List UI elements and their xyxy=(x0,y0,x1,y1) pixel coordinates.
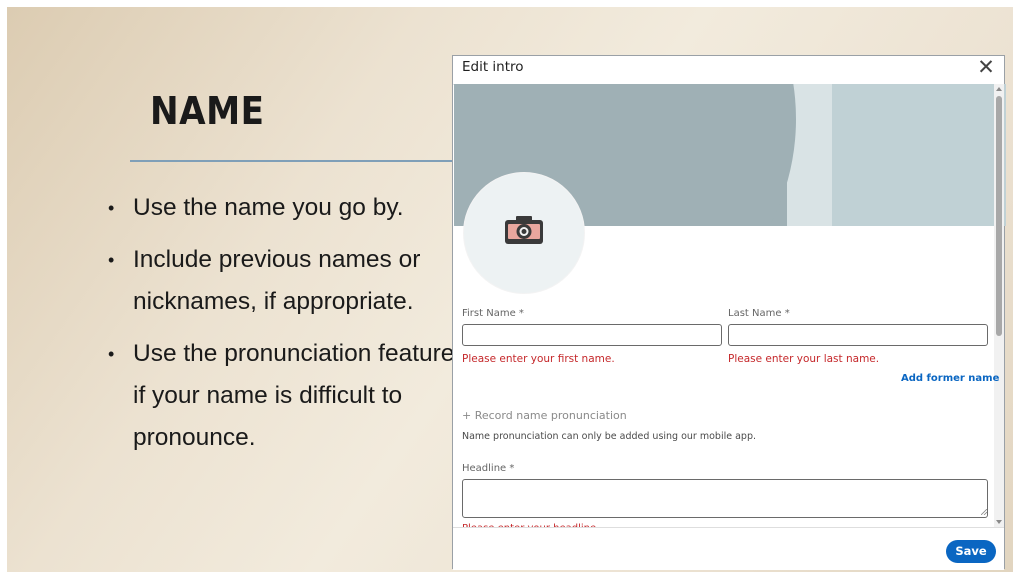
headline-field[interactable] xyxy=(462,479,988,518)
scroll-down-icon[interactable] xyxy=(996,520,1002,524)
last-name-field[interactable] xyxy=(728,324,988,346)
bullet-list: • Use the name you go by. • Include previo… xyxy=(105,187,455,469)
first-name-error: Please enter your first name. xyxy=(462,353,615,365)
bullet-dot: • xyxy=(108,344,115,364)
title-divider xyxy=(130,160,458,162)
save-button[interactable]: Save xyxy=(946,540,996,563)
slide-title: NAME xyxy=(150,89,265,133)
edit-intro-dialog: Edit intro ✕ First Name * Please enter y… xyxy=(452,55,1006,570)
last-name-error: Please enter your last name. xyxy=(728,353,880,365)
bullet-item: • Use the name you go by. xyxy=(105,187,455,229)
bullet-dot: • xyxy=(108,250,115,270)
first-name-label: First Name * xyxy=(462,308,524,319)
bullet-item: • Use the pronunciation feature if your n… xyxy=(105,333,455,459)
scroll-up-icon[interactable] xyxy=(996,87,1002,91)
bullet-text: Include previous names or nicknames, if … xyxy=(133,246,421,315)
avatar[interactable] xyxy=(463,172,585,294)
record-pronunciation-button[interactable]: + Record name pronunciation xyxy=(462,409,627,422)
dialog-header: Edit intro ✕ xyxy=(453,55,1004,85)
bullet-dot: • xyxy=(108,198,115,218)
scroll-thumb[interactable] xyxy=(996,96,1002,336)
scrollbar[interactable] xyxy=(994,84,1004,527)
bullet-text: Use the name you go by. xyxy=(133,194,404,221)
headline-label: Headline * xyxy=(462,463,515,474)
dialog-title: Edit intro xyxy=(462,59,524,75)
first-name-field[interactable] xyxy=(462,324,722,346)
bullet-item: • Include previous names or nicknames, if… xyxy=(105,239,455,323)
close-icon[interactable]: ✕ xyxy=(974,55,998,79)
bullet-text: Use the pronunciation feature if your na… xyxy=(133,340,455,451)
banner-right-panel xyxy=(832,84,1006,226)
add-former-name-link[interactable]: Add former name xyxy=(901,373,999,384)
pronunciation-note: Name pronunciation can only be added usi… xyxy=(462,431,757,442)
last-name-label: Last Name * xyxy=(728,308,790,319)
dialog-footer: Save xyxy=(453,527,1004,570)
resize-grip-icon[interactable] xyxy=(981,509,987,515)
camera-icon[interactable] xyxy=(505,216,543,244)
